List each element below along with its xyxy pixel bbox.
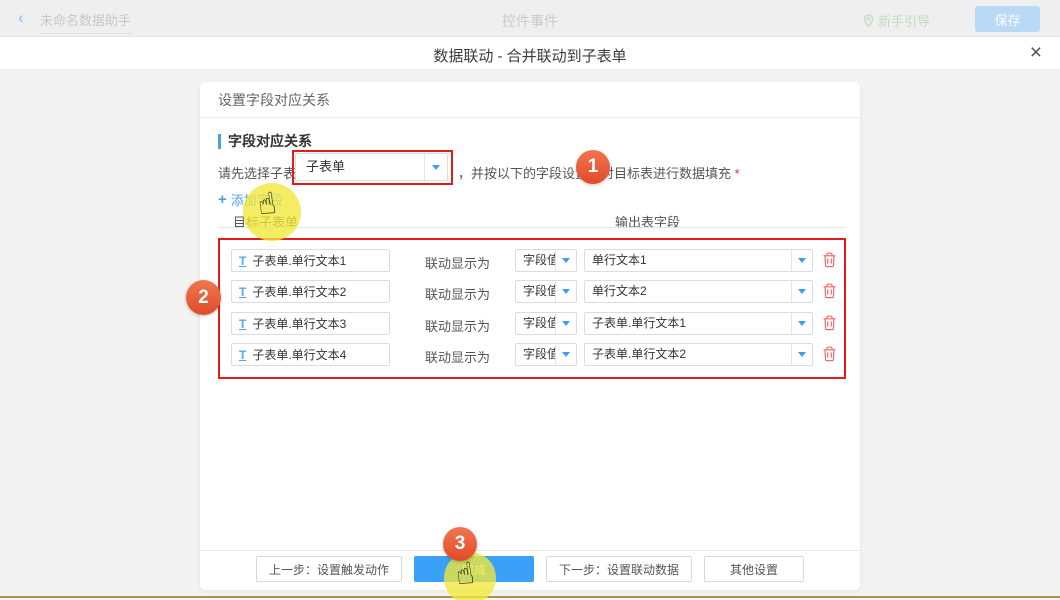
column-header-target: 目标子表单: [233, 212, 298, 231]
add-field-label: 添加字段: [231, 190, 283, 209]
chevron-down-icon[interactable]: [555, 281, 576, 302]
output-select-value: 子表单.单行文本2: [585, 344, 791, 365]
other-settings-button[interactable]: 其他设置: [704, 556, 804, 582]
target-field-value: 子表单.单行文本2: [252, 283, 346, 300]
link-display-label: 联动显示为: [425, 284, 490, 303]
column-header-output: 输出表字段: [615, 212, 680, 231]
mode-select[interactable]: 字段值: [515, 312, 577, 335]
modal-title: 数据联动 - 合并联动到子表单: [0, 45, 1060, 66]
mode-select-value: 字段值: [516, 344, 555, 365]
field-mapping-card: 设置字段对应关系 字段对应关系 请先选择子表单 子表单 ，并按以下的字段设置，对…: [200, 82, 860, 590]
target-field-input[interactable]: T 子表单.单行文本2: [231, 280, 390, 303]
mapping-rows: T 子表单.单行文本1 联动显示为 字段值 单行文本1: [219, 239, 845, 378]
location-pin-icon: [863, 14, 874, 28]
chevron-down-icon[interactable]: [791, 313, 812, 334]
subform-select[interactable]: 子表单: [295, 153, 448, 181]
delete-row-icon[interactable]: [822, 346, 838, 363]
text-field-icon: T: [239, 318, 246, 330]
prev-step-button[interactable]: 上一步：设置触发动作: [256, 556, 402, 582]
subform-select-value: 子表单: [296, 154, 424, 180]
close-icon[interactable]: ×: [1030, 42, 1042, 64]
output-select-value: 单行文本1: [585, 250, 791, 271]
annotation-badge-2: 2: [186, 280, 221, 315]
save-button[interactable]: 保存: [975, 6, 1040, 32]
annotation-badge-1: 1: [576, 150, 610, 184]
text-field-icon: T: [239, 255, 246, 267]
text-field-icon: T: [239, 349, 246, 361]
mapping-row-2: T 子表单.单行文本2 联动显示为 字段值 单行文本2: [219, 280, 845, 303]
modal-titlebar: 数据联动 - 合并联动到子表单 ×: [0, 37, 1060, 70]
output-field-select[interactable]: 子表单.单行文本1: [584, 312, 813, 335]
delete-row-icon[interactable]: [822, 252, 838, 269]
annotation-badge-3: 3: [443, 527, 477, 561]
output-select-value: 子表单.单行文本1: [585, 313, 791, 334]
beginner-guide-link[interactable]: 新手引导: [863, 11, 930, 30]
target-field-value: 子表单.单行文本4: [252, 346, 346, 363]
done-button[interactable]: 完成: [414, 556, 534, 582]
next-step-button[interactable]: 下一步：设置联动数据: [546, 556, 692, 582]
card-header: 设置字段对应关系: [200, 82, 860, 118]
target-field-value: 子表单.单行文本3: [252, 315, 346, 332]
chevron-down-icon[interactable]: [555, 313, 576, 334]
chevron-down-icon[interactable]: [424, 154, 447, 180]
link-display-label: 联动显示为: [425, 253, 490, 272]
target-field-value: 子表单.单行文本1: [252, 252, 346, 269]
mode-select-value: 字段值: [516, 313, 555, 334]
mapping-row-3: T 子表单.单行文本3 联动显示为 字段值 子表单.单行文本1: [219, 312, 845, 335]
output-field-select[interactable]: 单行文本2: [584, 280, 813, 303]
chevron-down-icon[interactable]: [791, 281, 812, 302]
link-display-label: 联动显示为: [425, 347, 490, 366]
section-title: 字段对应关系: [218, 134, 312, 149]
link-display-label: 联动显示为: [425, 316, 490, 335]
delete-row-icon[interactable]: [822, 283, 838, 300]
footer-buttons: 上一步：设置触发动作 完成 下一步：设置联动数据 其他设置: [200, 556, 860, 582]
mode-select-value: 字段值: [516, 250, 555, 271]
mapping-row-1: T 子表单.单行文本1 联动显示为 字段值 单行文本1: [219, 249, 845, 272]
output-select-value: 单行文本2: [585, 281, 791, 302]
chevron-down-icon[interactable]: [791, 344, 812, 365]
guide-label: 新手引导: [878, 11, 930, 30]
output-field-select[interactable]: 子表单.单行文本2: [584, 343, 813, 366]
plus-icon: +: [218, 191, 227, 208]
required-asterisk: *: [735, 166, 740, 181]
add-field-link[interactable]: + 添加字段: [218, 190, 283, 209]
output-field-select[interactable]: 单行文本1: [584, 249, 813, 272]
target-field-input[interactable]: T 子表单.单行文本3: [231, 312, 390, 335]
chevron-down-icon[interactable]: [791, 250, 812, 271]
target-field-input[interactable]: T 子表单.单行文本1: [231, 249, 390, 272]
header-divider: [218, 227, 845, 228]
mapping-row-4: T 子表单.单行文本4 联动显示为 字段值 子表单.单行文本2: [219, 343, 845, 366]
mode-select[interactable]: 字段值: [515, 249, 577, 272]
mode-select[interactable]: 字段值: [515, 280, 577, 303]
chevron-down-icon[interactable]: [555, 250, 576, 271]
chevron-down-icon[interactable]: [555, 344, 576, 365]
mode-select[interactable]: 字段值: [515, 343, 577, 366]
modal-body: 设置字段对应关系 字段对应关系 请先选择子表单 子表单 ，并按以下的字段设置，对…: [0, 70, 1060, 596]
text-field-icon: T: [239, 286, 246, 298]
mode-select-value: 字段值: [516, 281, 555, 302]
top-app-bar: ‹ 未命名数据助手 控件事件 新手引导 保存: [0, 0, 1060, 37]
footer-divider: [200, 550, 860, 551]
target-field-input[interactable]: T 子表单.单行文本4: [231, 343, 390, 366]
delete-row-icon[interactable]: [822, 315, 838, 332]
